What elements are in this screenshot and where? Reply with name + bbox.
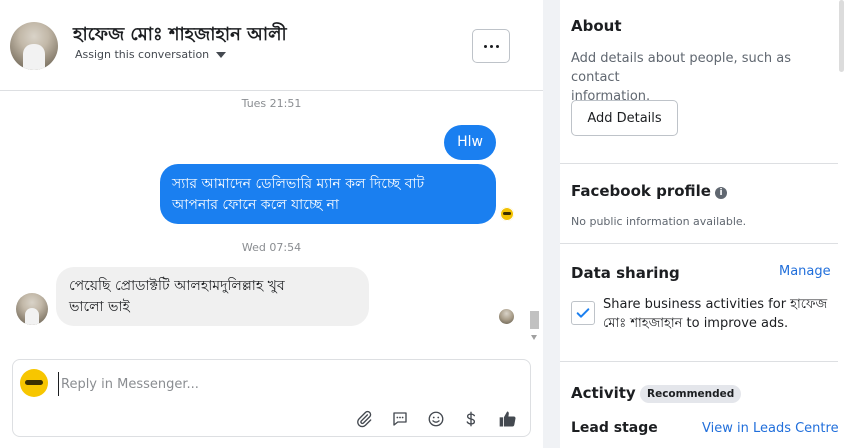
about-description: Add details about people, such as contac… [571,51,791,104]
more-dots-icon [483,44,487,48]
section-divider [560,361,846,362]
activity-title: Activity [571,384,636,402]
view-leads-centre-link[interactable]: View in Leads Centre [702,421,839,436]
recommended-badge: Recommended [640,385,742,403]
thumbs-up-icon[interactable] [497,408,519,430]
reply-input[interactable] [58,372,503,396]
message-timestamp: Wed 07:54 [241,241,302,254]
scrollbar-thumb[interactable] [839,0,844,72]
checkmark-icon [576,308,590,318]
share-activities-label: Share business activities for হাফেজ মোঃ … [603,297,828,331]
outgoing-message[interactable]: স্যার আমাদেন ডেলিভারি ম্যান কল দিচ্ছে বা… [160,164,496,224]
assign-conversation-dropdown[interactable]: Assign this conversation [75,48,227,61]
contact-info-pane: About Add details about people, such as … [560,0,846,448]
emoji-icon[interactable] [425,408,447,430]
share-activities-checkbox[interactable] [571,301,595,325]
read-receipt-avatar [499,309,514,324]
outgoing-message[interactable]: Hlw [444,125,496,160]
message-list: Tues 21:51 Hlw স্যার আমাদেন ডেলিভারি ম্য… [0,92,543,349]
message-text-line: ভালো ভাই [69,299,130,315]
lead-stage-label: Lead stage [571,420,658,436]
reply-composer [12,359,531,437]
manage-link[interactable]: Manage [779,264,831,279]
message-text-line: আপনার ফোনে কলে যাচ্ছে না [172,197,339,213]
contact-avatar[interactable] [10,22,58,70]
seen-by-page-icon [500,207,514,221]
pane-gutter [543,0,560,448]
more-options-button[interactable] [472,29,510,63]
facebook-profile-note: No public information available. [571,215,747,228]
page-logo [20,369,48,397]
paperclip-icon[interactable] [353,408,375,430]
facebook-profile-title: Facebook profile i [571,182,727,200]
sender-avatar[interactable] [16,293,48,325]
message-text: Hlw [457,134,483,150]
saved-reply-icon[interactable] [389,408,411,430]
dollar-icon[interactable] [460,408,482,430]
message-scrollbar[interactable] [528,92,541,349]
section-divider [560,243,846,244]
chevron-down-icon [216,51,227,58]
assign-conversation-label: Assign this conversation [75,48,210,61]
message-timestamp: Tues 21:51 [241,97,302,110]
message-text-line: স্যার আমাদেন ডেলিভারি ম্যান কল দিচ্ছে বা… [172,176,425,192]
info-icon[interactable]: i [714,187,727,199]
section-divider [560,163,846,164]
about-title: About [571,17,622,35]
chat-pane: হাফেজ মোঃ শাহজাহান আলী Assign this conve… [0,0,544,448]
info-pane-scrollbar[interactable] [838,0,846,448]
scrollbar-thumb[interactable] [530,311,539,329]
scroll-down-arrow-icon[interactable] [531,335,537,340]
message-text-line: পেয়েছি প্রোডাক্টটি আলহামদুলিল্লাহ খুব [69,278,285,294]
contact-name[interactable]: হাফেজ মোঃ শাহজাহান আলী [73,20,287,51]
chat-header: হাফেজ মোঃ শাহজাহান আলী Assign this conve… [0,0,543,91]
incoming-message[interactable]: পেয়েছি প্রোডাক্টটি আলহামদুলিল্লাহ খুব ভ… [56,267,369,326]
data-sharing-title: Data sharing [571,264,680,282]
add-details-button[interactable]: Add Details [571,100,678,136]
